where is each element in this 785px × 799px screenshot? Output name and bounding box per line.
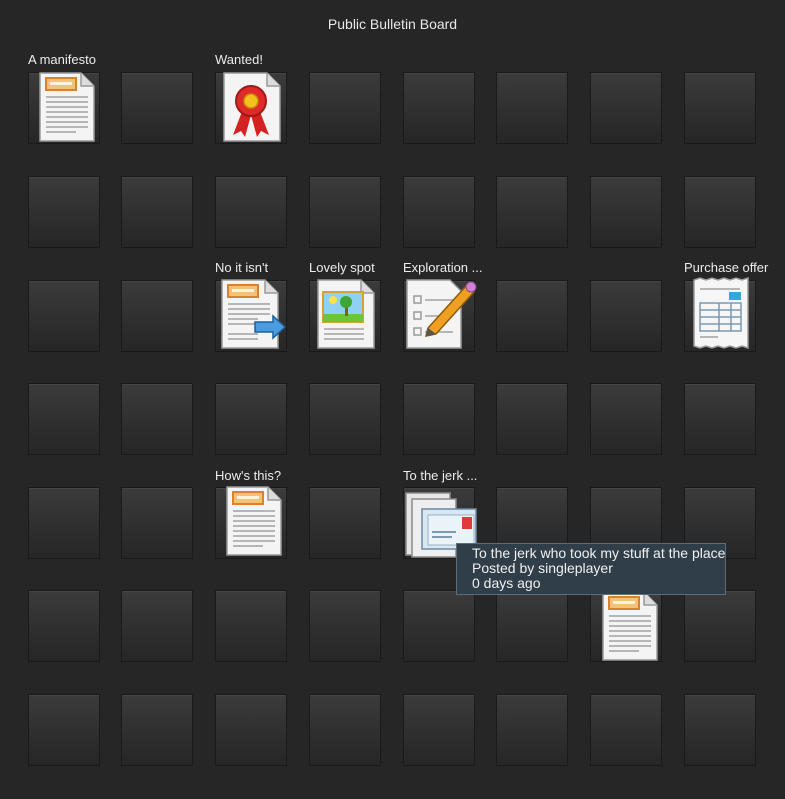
board-slot[interactable] bbox=[309, 176, 381, 248]
board-slot[interactable] bbox=[590, 383, 662, 455]
note-label-no-it-isnt: No it isn't bbox=[215, 260, 269, 275]
checklist-pencil-icon[interactable] bbox=[404, 276, 478, 350]
note-tooltip: To the jerk who took my stuff at the pla… bbox=[456, 543, 726, 595]
board-slot[interactable] bbox=[496, 694, 568, 766]
board-slot[interactable] bbox=[309, 383, 381, 455]
board-slot[interactable] bbox=[684, 383, 756, 455]
board-slot[interactable] bbox=[215, 383, 287, 455]
bulletin-board: Public Bulletin Board A manifesto Wanted… bbox=[0, 0, 785, 799]
board-slot[interactable] bbox=[121, 176, 193, 248]
note-label-lovely-spot: Lovely spot bbox=[309, 260, 375, 275]
note-label-hows-this: How's this? bbox=[215, 468, 282, 483]
board-slot[interactable] bbox=[309, 72, 381, 144]
tooltip-age: 0 days ago bbox=[472, 575, 541, 591]
board-slot[interactable] bbox=[496, 72, 568, 144]
board-slot[interactable] bbox=[496, 590, 568, 662]
document-icon[interactable] bbox=[37, 71, 97, 143]
board-slot[interactable] bbox=[684, 590, 756, 662]
board-slot[interactable] bbox=[403, 590, 475, 662]
award-ribbon-document-icon[interactable] bbox=[221, 71, 283, 143]
board-slot[interactable] bbox=[121, 487, 193, 559]
board-slot[interactable] bbox=[28, 383, 100, 455]
board-slot[interactable] bbox=[28, 176, 100, 248]
note-label-to-the-jerk: To the jerk ... bbox=[403, 468, 478, 483]
document-icon[interactable] bbox=[224, 485, 284, 557]
tooltip-title: To the jerk who took my stuff at the pla… bbox=[472, 545, 726, 561]
board-title: Public Bulletin Board bbox=[327, 16, 458, 32]
note-label-manifesto: A manifesto bbox=[28, 52, 96, 67]
board-slot[interactable] bbox=[28, 694, 100, 766]
board-slot[interactable] bbox=[309, 590, 381, 662]
picture-document-icon[interactable] bbox=[315, 278, 377, 350]
document-icon[interactable] bbox=[600, 592, 660, 662]
board-slot[interactable] bbox=[496, 383, 568, 455]
board-slot[interactable] bbox=[215, 694, 287, 766]
board-slot[interactable] bbox=[590, 72, 662, 144]
board-slot[interactable] bbox=[121, 694, 193, 766]
tooltip-author: Posted by singleplayer bbox=[472, 560, 613, 576]
board-slot[interactable] bbox=[28, 590, 100, 662]
note-label-exploration: Exploration ... bbox=[403, 260, 483, 275]
document-reply-arrow-icon[interactable] bbox=[219, 278, 287, 350]
board-slot[interactable] bbox=[309, 694, 381, 766]
note-label-wanted: Wanted! bbox=[215, 52, 263, 67]
board-slot[interactable] bbox=[496, 176, 568, 248]
board-slot[interactable] bbox=[215, 176, 287, 248]
board-slot[interactable] bbox=[28, 280, 100, 352]
board-slot[interactable] bbox=[403, 72, 475, 144]
board-slot[interactable] bbox=[215, 590, 287, 662]
board-slot[interactable] bbox=[403, 176, 475, 248]
board-slot[interactable] bbox=[684, 176, 756, 248]
board-slot[interactable] bbox=[684, 72, 756, 144]
board-slot[interactable] bbox=[121, 72, 193, 144]
board-slot[interactable] bbox=[28, 487, 100, 559]
board-slot[interactable] bbox=[684, 694, 756, 766]
board-slot[interactable] bbox=[121, 590, 193, 662]
board-slot[interactable] bbox=[496, 280, 568, 352]
board-slot[interactable] bbox=[309, 487, 381, 559]
receipt-icon[interactable] bbox=[691, 276, 751, 350]
board-slot[interactable] bbox=[121, 280, 193, 352]
board-slot[interactable] bbox=[403, 694, 475, 766]
board-slot[interactable] bbox=[590, 694, 662, 766]
board-slot[interactable] bbox=[590, 280, 662, 352]
note-label-purchase-offer: Purchase offer bbox=[684, 260, 769, 275]
board-slot[interactable] bbox=[403, 383, 475, 455]
board-slot[interactable] bbox=[121, 383, 193, 455]
board-slot[interactable] bbox=[590, 176, 662, 248]
